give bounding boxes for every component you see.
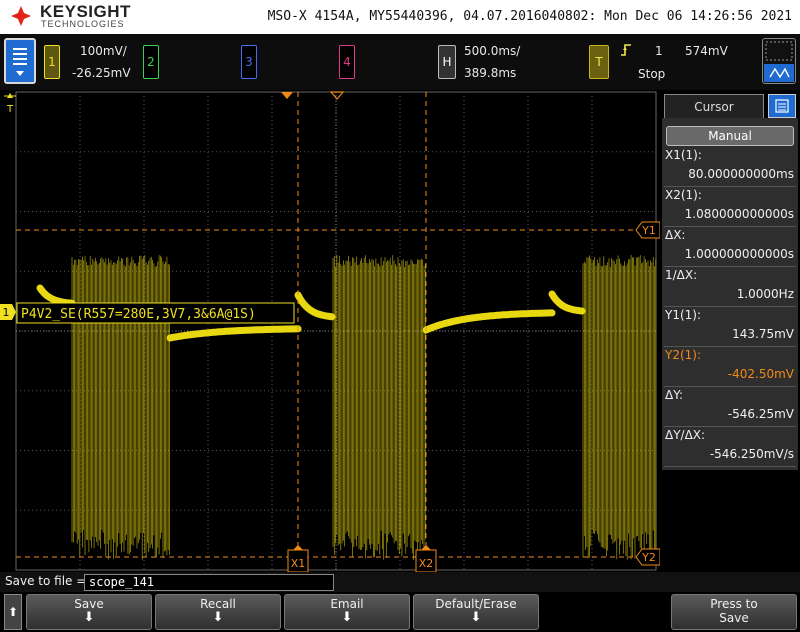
device-info: MSO-X 4154A, MY55440396, 04.07.201604080… (268, 9, 792, 24)
cursor-y2-label: Y2 (641, 551, 656, 564)
cursor-readout-value: -402.50mV (666, 367, 794, 381)
channel-1-marker-label: 1 (3, 306, 10, 319)
cursor-y2-marker[interactable]: Y2 (636, 549, 660, 565)
back-button[interactable]: ⬆ (4, 594, 22, 630)
channel-1-scale: 100mV/ (80, 44, 127, 58)
quick-action-button[interactable] (762, 38, 796, 84)
cursor-readout-label: ΔY/ΔX: (665, 428, 705, 442)
save-to-file-label: Save to file = (5, 574, 86, 588)
decay-trace (170, 329, 298, 338)
cursor-readout-label: 1/ΔX: (665, 268, 697, 282)
cursor-readout-label: Y2(1): (665, 348, 701, 362)
decay-trace (40, 288, 72, 303)
default-erase-softkey-label: Default/Erase (414, 597, 538, 611)
trigger-level-icon: T (4, 93, 16, 115)
file-name-input[interactable]: scope_141 (84, 574, 334, 591)
back-arrow-icon: ⬆ (8, 605, 18, 619)
push-arrow-icon: ⬇ (27, 611, 151, 625)
cursor-readout-label: ΔY: (665, 388, 683, 402)
channel-2-button[interactable]: 2 (143, 45, 159, 79)
press-to-save-line2: Save (672, 611, 796, 625)
channel-1-offset: -26.25mV (72, 66, 131, 80)
channel-1-button[interactable]: 1 (44, 45, 60, 79)
svg-text:T: T (6, 104, 14, 115)
acquisition-state: Stop (638, 67, 665, 81)
horizontal-scale: 500.0ms/ (464, 44, 520, 58)
cursor-readout-value: 1.0000Hz (666, 287, 794, 301)
cursor-x1-label: X1 (291, 557, 306, 570)
trigger-level: 574mV (685, 44, 728, 58)
decay-trace (552, 294, 582, 311)
cursor-readout-label: Y1(1): (665, 308, 701, 322)
press-to-save-line1: Press to (672, 597, 796, 611)
cursor-y1-marker[interactable]: Y1 (636, 222, 660, 238)
save-softkey[interactable]: Save ⬇ (26, 594, 152, 630)
cursor-readout-separator (664, 386, 796, 387)
keysight-logo-icon (10, 5, 32, 27)
waveform-label: P4V2_SE(R557=280E,3V7,3&6A@1S) (21, 307, 256, 322)
cursor-readout-label: ΔX: (665, 228, 685, 242)
cursor-readout-separator (664, 266, 796, 267)
trigger-source: 1 (655, 44, 663, 58)
time-reference-icon (331, 92, 343, 99)
cursor-readout-label: X1(1): (665, 148, 702, 162)
cursor-readout-label: X2(1): (665, 188, 702, 202)
cursor-readout-value: 80.000000000ms (666, 167, 794, 181)
brand-subtitle: TECHNOLOGIES (41, 19, 125, 29)
push-arrow-icon: ⬇ (285, 611, 409, 625)
list-icon (769, 95, 795, 117)
cursor-readout-separator (664, 186, 796, 187)
trigger-button[interactable]: T (589, 45, 609, 79)
cursor-readout-value: 143.75mV (666, 327, 794, 341)
cursor-readout-value: -546.250mV/s (666, 447, 794, 461)
save-softkey-label: Save (27, 597, 151, 611)
menu-icon (6, 40, 34, 82)
cursor-readout-value: 1.080000000000s (666, 207, 794, 221)
channel-bar (0, 34, 800, 90)
trigger-position-icon (281, 92, 293, 99)
panel-menu-button[interactable] (768, 94, 796, 118)
channel-3-button[interactable]: 3 (241, 45, 257, 79)
email-softkey-label: Email (285, 597, 409, 611)
decay-trace (426, 313, 552, 330)
recall-softkey-label: Recall (156, 597, 280, 611)
push-arrow-icon: ⬇ (156, 611, 280, 625)
horizontal-button[interactable]: H (438, 45, 456, 79)
channel-1-ground-marker[interactable]: 1 (0, 304, 16, 320)
cursor-x2-marker[interactable]: X2 (416, 545, 436, 572)
cursor-x2-label: X2 (419, 557, 434, 570)
waveform-display[interactable]: X1 X2 Y1 Y2 T 1 P4V2_SE(R557=280E,3V7,3&… (0, 90, 660, 572)
cursor-readout-separator (664, 346, 796, 347)
recall-softkey[interactable]: Recall ⬇ (155, 594, 281, 630)
press-to-save-softkey[interactable]: Press to Save (671, 594, 797, 630)
email-softkey[interactable]: Email ⬇ (284, 594, 410, 630)
cursor-readout-value: -546.25mV (666, 407, 794, 421)
default-erase-softkey[interactable]: Default/Erase ⬇ (413, 594, 539, 630)
horizontal-delay: 389.8ms (464, 66, 516, 80)
channel-4-button[interactable]: 4 (339, 45, 355, 79)
channel-1-waveform (40, 255, 656, 560)
push-arrow-icon: ⬇ (414, 611, 538, 625)
cursor-x1-marker[interactable]: X1 (288, 545, 308, 572)
cursor-tab[interactable]: Cursor (664, 94, 764, 118)
burst-trace (72, 255, 656, 560)
cursor-y1-label: Y1 (641, 224, 656, 237)
touch-gesture-icon (763, 39, 795, 83)
cursor-mode-button[interactable]: Manual (666, 126, 794, 146)
main-menu-button[interactable] (4, 38, 36, 84)
cursor-readout-separator (664, 306, 796, 307)
cursor-readout-value: 1.000000000000s (666, 247, 794, 261)
rising-edge-icon (620, 43, 632, 57)
cursor-readout-separator (664, 466, 796, 467)
decay-trace (298, 295, 332, 317)
cursor-readout-separator (664, 426, 796, 427)
cursor-readout-separator (664, 226, 796, 227)
